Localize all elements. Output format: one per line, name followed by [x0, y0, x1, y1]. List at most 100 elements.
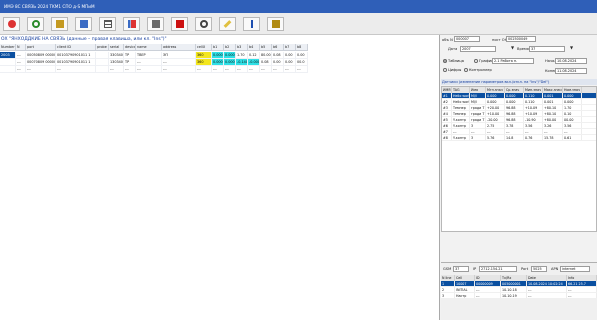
reload-icon[interactable]: [27, 16, 44, 31]
copy-icon[interactable]: [75, 16, 92, 31]
log-cell: 1: [441, 281, 455, 286]
obj-field[interactable]: 000007: [454, 36, 480, 42]
log-cell: ---: [567, 287, 597, 292]
apn-field[interactable]: internet: [560, 266, 590, 272]
sensor-cell: +80.00: [543, 117, 563, 122]
list-icon[interactable]: [147, 16, 164, 31]
sensor-cell: #3: [442, 105, 452, 110]
radio-controller[interactable]: Контроллер: [464, 68, 492, 72]
grid-col-header[interactable]: b6: [272, 44, 284, 50]
sensor-cell: +10.09: [524, 111, 543, 116]
grid-cell: ---: [248, 66, 260, 72]
sensor-row[interactable]: #8 Y-контр 3 5.76 14.8 0.76 15.78 0.61: [442, 135, 596, 141]
grid-cell: ---: [109, 66, 124, 72]
log-cell: ---: [527, 287, 567, 292]
grid-cell: 00103790901011 1: [56, 59, 96, 65]
grid-cell: 0.12: [248, 52, 260, 58]
sensor-cell: #2: [442, 99, 452, 104]
grid-col-header[interactable]: cellX: [196, 44, 212, 50]
grid-col-header[interactable]: b4: [248, 44, 260, 50]
to-picker-icon[interactable]: ▼: [570, 45, 573, 50]
mode-select[interactable]: 2.1 Работа п.: [492, 58, 534, 64]
sensor-cell: 3: [470, 135, 486, 140]
radio-digits[interactable]: Цифры: [443, 68, 461, 72]
grid-col-header[interactable]: b8: [296, 44, 308, 50]
save-icon[interactable]: [3, 16, 20, 31]
grid-col-header[interactable]: probe: [96, 44, 109, 50]
grid-col-header[interactable]: b5: [260, 44, 272, 50]
grid-cell: 80.00: [261, 52, 272, 58]
grid-cell: 360: [196, 59, 212, 65]
log-cell: 3: [441, 293, 455, 298]
from-field[interactable]: 2007: [460, 46, 496, 52]
log-cell: ---: [527, 293, 567, 298]
grid-col-header[interactable]: name: [136, 44, 162, 50]
sensor-cell: 96.88: [505, 117, 524, 122]
log-cell: 10.08.2024 10:02:24: [527, 281, 567, 286]
to-field[interactable]: 37: [529, 46, 565, 52]
start-date-field[interactable]: 10.08.2024: [555, 58, 587, 64]
pos-field[interactable]: 002500049: [506, 36, 536, 42]
grid-col-header[interactable]: device: [124, 44, 136, 50]
grid-cell: -0.140: [236, 59, 248, 65]
sensor-cell: 5.76: [486, 135, 505, 140]
grid-col-header[interactable]: serial: [109, 44, 124, 50]
grid-col-header[interactable]: address: [162, 44, 196, 50]
edit-icon[interactable]: [219, 16, 236, 31]
log-row[interactable]: 3 Настр --- 10.10.19 --- ---: [441, 293, 597, 299]
log-cell: 66.21 25.7: [567, 281, 597, 286]
sensor-cell: 00.00: [563, 117, 582, 122]
settings-icon[interactable]: [195, 16, 212, 31]
sensor-cell: гради Т: [471, 111, 486, 116]
grid-cell: TP: [124, 59, 136, 65]
sensor-cell: -20.00: [486, 117, 505, 122]
grid-cell: ---: [136, 59, 162, 65]
grid-row[interactable]: ---00070809 0000090000103790901011 11303…: [0, 59, 308, 66]
radio-table[interactable]: Таблица: [443, 59, 464, 63]
grid-row[interactable]: --- --- --- --- --- --- --- --- --- --- --- --- --- -…: [0, 66, 308, 73]
grid-cell: [96, 66, 109, 72]
log-cell: ---: [475, 293, 501, 298]
sessions-grid: ОХ "ЯНХОДДКИЕ НА СВЯЗЬ (данные – правая …: [0, 35, 440, 320]
sensor-cell: 0.000: [486, 99, 505, 104]
sensor-cell: 0.000: [563, 99, 582, 104]
stop-icon[interactable]: [171, 16, 188, 31]
exit-icon[interactable]: [267, 16, 284, 31]
from-picker-icon[interactable]: ▼: [511, 45, 514, 50]
grid-col-header[interactable]: b2: [224, 44, 236, 50]
grid-cell: 3303407: [110, 52, 124, 58]
grid-col-header[interactable]: b1: [212, 44, 224, 50]
sensor-cell: 3.56: [563, 123, 582, 128]
log-cell: Настр: [455, 293, 475, 298]
grid-col-header[interactable]: Number: [0, 44, 16, 50]
grid-cell: ---: [212, 66, 224, 72]
chart-icon[interactable]: [123, 16, 140, 31]
grid-col-header[interactable]: client ID: [56, 44, 96, 50]
sensor-cell: 14.8: [505, 135, 524, 140]
sensor-cell: +80.10: [543, 111, 563, 116]
end-date-field[interactable]: 11.08.2024: [555, 68, 587, 74]
sensor-cell: Hello world: [453, 99, 470, 104]
log-cell: ---: [475, 287, 501, 292]
sensor-cell: 3: [470, 123, 486, 128]
grid-cell: 0.00: [272, 59, 284, 65]
grid-col-header[interactable]: b3: [236, 44, 248, 50]
ip-field[interactable]: 2712.154.21: [479, 266, 517, 272]
table-icon[interactable]: [99, 16, 116, 31]
grid-cell: ---: [16, 52, 26, 58]
grid-cell: 0.00: [284, 52, 296, 58]
print-icon[interactable]: [51, 16, 68, 31]
grid-col-header[interactable]: b7: [284, 44, 296, 50]
grid-cell: ---: [196, 66, 212, 72]
info-icon[interactable]: [243, 16, 260, 31]
sensor-cell: 0.001: [543, 99, 563, 104]
sensor-cell: Темпер: [452, 111, 470, 116]
sensor-cell: 0.110: [524, 93, 543, 98]
sensor-cell: 0.000: [563, 93, 582, 98]
gsm-field[interactable]: 37: [453, 266, 469, 272]
port-field[interactable]: 5025: [531, 266, 547, 272]
grid-row[interactable]: 2003---00050809 0000000000103790901011 1…: [0, 52, 308, 59]
grid-col-header[interactable]: port: [26, 44, 56, 50]
grid-col-header[interactable]: N: [16, 44, 26, 50]
grid-cell: 00070809 00000900: [27, 59, 56, 65]
